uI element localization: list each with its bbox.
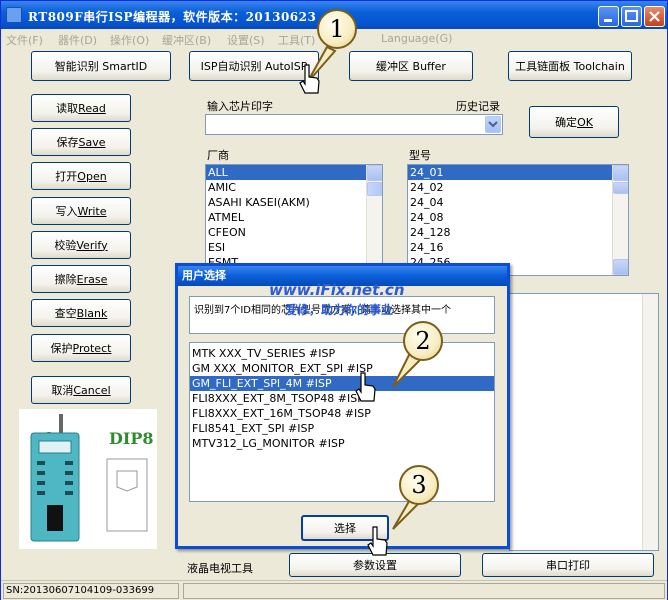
watermark-slogan: 爱修，助力你的事业 xyxy=(285,303,394,317)
read-button[interactable]: 读取 Read xyxy=(31,94,131,122)
model-item[interactable]: 24_128 xyxy=(408,225,628,240)
protect-button[interactable]: 保护 Protect xyxy=(31,334,131,362)
blank-button[interactable]: 查空 Blank xyxy=(31,299,131,327)
model-item[interactable]: 24_04 xyxy=(408,195,628,210)
serial-number: SN:20130607104109-033699 xyxy=(3,583,179,599)
menu-file[interactable]: 文件(F) xyxy=(6,32,43,48)
menu-language[interactable]: Language(G) xyxy=(381,32,452,45)
log-scrollbar[interactable] xyxy=(642,294,658,550)
lcd-tools-label: 液晶电视工具 xyxy=(187,562,253,575)
status-message xyxy=(183,583,665,599)
minimize-button[interactable] xyxy=(598,6,619,27)
watermark-url: www.iFix.net.cn xyxy=(269,281,405,299)
model-item[interactable]: 24_16 xyxy=(408,240,628,255)
smartid-button[interactable]: 智能识别 SmartID xyxy=(31,51,171,81)
callout-1: 1 xyxy=(317,9,357,49)
option-item[interactable]: MTV312_LG_MONITOR #ISP xyxy=(190,436,494,451)
chip-input-combo[interactable] xyxy=(205,114,503,135)
model-item[interactable]: 24_02 xyxy=(408,180,628,195)
window-title: RT809F串行ISP编程器，软件版本：20130623 xyxy=(28,10,317,24)
main-window: RT809F串行ISP编程器，软件版本：20130623 文件(F) 器件(D)… xyxy=(0,0,668,600)
menu-device[interactable]: 器件(D) xyxy=(58,32,97,48)
model-list[interactable]: 24_01 24_02 24_04 24_08 24_128 24_16 24_… xyxy=(407,164,629,276)
dip8-label: DIP8 xyxy=(109,429,154,448)
option-item[interactable]: FLI8XXX_EXT_16M_TSOP48 #ISP xyxy=(190,406,494,421)
dip8-socket-image: DIP8 xyxy=(19,409,157,549)
maximize-button[interactable] xyxy=(621,6,642,27)
menu-operation[interactable]: 操作(O) xyxy=(110,32,149,48)
model-scrollbar[interactable] xyxy=(612,165,628,275)
callout-3: 3 xyxy=(399,465,439,505)
chevron-down-icon xyxy=(488,121,498,128)
open-button[interactable]: 打开 Open xyxy=(31,162,131,190)
maximize-icon xyxy=(625,10,638,22)
close-button[interactable] xyxy=(644,6,665,27)
app-icon xyxy=(6,7,22,23)
scroll-thumb[interactable] xyxy=(613,182,628,194)
callout-2: 2 xyxy=(403,321,443,361)
toolchain-button[interactable]: 工具链面板 Toolchain xyxy=(508,51,632,81)
model-label: 型号 xyxy=(409,149,431,162)
option-item[interactable]: FLI8541_EXT_SPI #ISP xyxy=(190,421,494,436)
serial-print-button[interactable]: 串口打印 xyxy=(482,553,654,577)
model-item[interactable]: 24_01 xyxy=(408,165,628,180)
vendor-item[interactable]: ESI xyxy=(206,240,382,255)
vendor-item[interactable]: ASAHI KASEI(AKM) xyxy=(206,195,382,210)
scroll-thumb[interactable] xyxy=(367,182,382,196)
hand-cursor-icon xyxy=(299,64,320,94)
log-area[interactable] xyxy=(509,293,659,551)
vendor-label: 厂商 xyxy=(207,149,229,162)
history-label: 历史记录 xyxy=(456,100,500,113)
save-button[interactable]: 保存 Save xyxy=(31,128,131,156)
write-button[interactable]: 写入 Write xyxy=(31,197,131,225)
vendor-item[interactable]: ATMEL xyxy=(206,210,382,225)
verify-button[interactable]: 校验 Verify xyxy=(31,231,131,259)
model-item[interactable]: 24_08 xyxy=(408,210,628,225)
scroll-up-button[interactable] xyxy=(613,165,628,181)
close-icon xyxy=(649,11,660,22)
vendor-list[interactable]: ALL AMIC ASAHI KASEI(AKM) ATMEL CFEON ES… xyxy=(205,164,383,268)
menu-buffer[interactable]: 缓冲区(B) xyxy=(162,32,211,48)
hand-cursor-icon xyxy=(355,372,376,402)
scroll-up-button[interactable] xyxy=(367,165,382,181)
status-bar: SN:20130607104109-033699 xyxy=(1,580,667,600)
vendor-scrollbar[interactable] xyxy=(366,165,382,267)
erase-button[interactable]: 擦除 Erase xyxy=(31,265,131,293)
minimize-icon xyxy=(604,19,612,22)
chip-input-label: 输入芯片印字 xyxy=(207,100,273,113)
vendor-item[interactable]: CFEON xyxy=(206,225,382,240)
dropdown-button[interactable] xyxy=(485,116,501,133)
vendor-item[interactable]: AMIC xyxy=(206,180,382,195)
ok-button[interactable]: 确定 OK xyxy=(529,106,619,138)
vendor-item[interactable]: ALL xyxy=(206,165,382,180)
cancel-button[interactable]: 取消 Cancel xyxy=(31,376,131,404)
hand-cursor-icon xyxy=(367,526,388,556)
scroll-down-button[interactable] xyxy=(613,259,628,275)
menu-settings[interactable]: 设置(S) xyxy=(227,32,265,48)
